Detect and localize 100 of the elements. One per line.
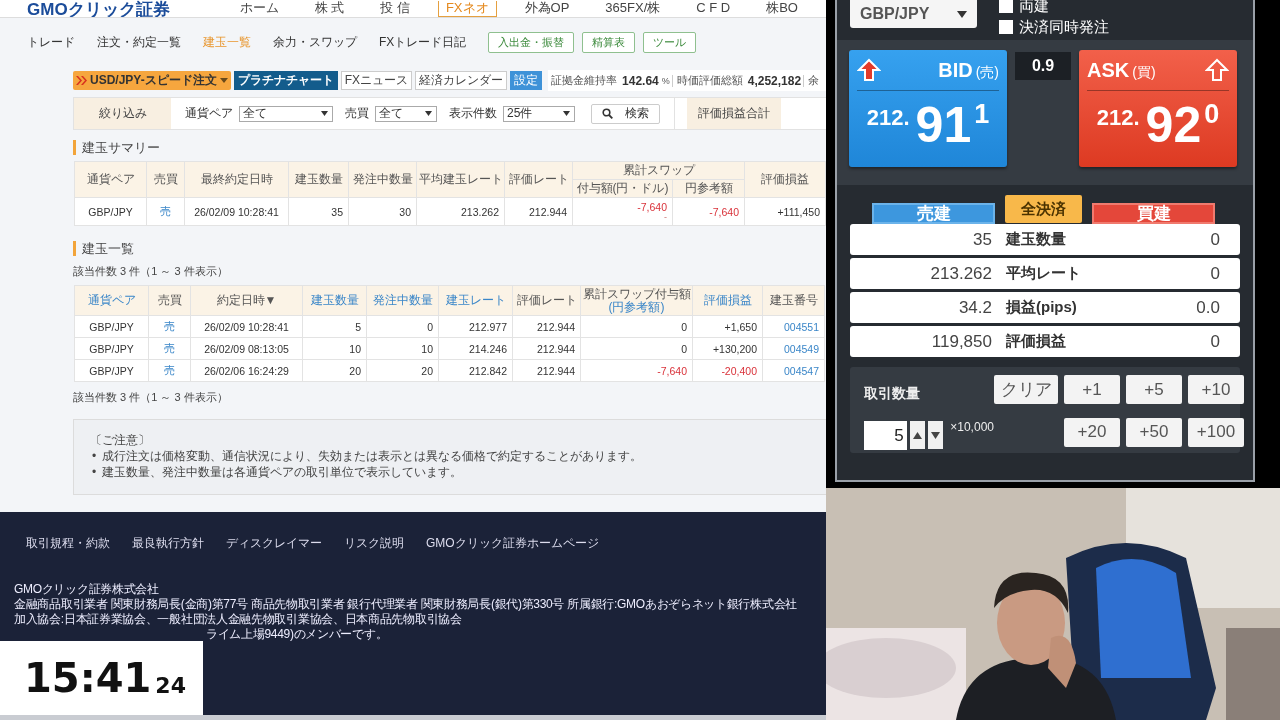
bid-label: BID(売) bbox=[938, 58, 999, 82]
quantity-button[interactable]: +10 bbox=[1188, 375, 1244, 404]
footer-link[interactable]: 最良執行方針 bbox=[132, 535, 204, 552]
up-arrow-icon bbox=[857, 58, 881, 82]
table-cell: 26/02/09 08:13:05 bbox=[190, 337, 303, 360]
nav-tab[interactable]: 外為OP bbox=[516, 1, 578, 17]
filter-dropdown[interactable]: 25件 bbox=[503, 105, 575, 122]
toolbar-button[interactable]: プラチナチャート bbox=[233, 71, 338, 90]
notice-text: 建玉数量、発注中数量は各通貨ペアの取引単位で表示しています。 bbox=[102, 464, 463, 480]
filter-label: 売買 bbox=[345, 105, 369, 122]
table-cell: 10 bbox=[302, 337, 367, 360]
buy-button[interactable]: 買建 bbox=[1092, 203, 1215, 224]
search-button[interactable]: 検索 bbox=[591, 103, 660, 124]
table-cell: 212.944 bbox=[512, 315, 581, 338]
filter-dropdown[interactable]: 全て bbox=[375, 105, 437, 122]
speed-order-button[interactable]: USD/JPY-スピード注文 bbox=[73, 71, 231, 90]
company-info: ライム上場9449)のメンバーです。 bbox=[206, 627, 389, 642]
double-chevron-icon bbox=[76, 76, 87, 85]
buy-value: 0 bbox=[1209, 263, 1221, 284]
quantity-button[interactable]: +1 bbox=[1064, 375, 1120, 404]
stat-label: 証拠金維持率 bbox=[551, 73, 618, 88]
footer-link[interactable]: リスク説明 bbox=[344, 535, 404, 552]
table-link[interactable]: 売 bbox=[148, 315, 191, 338]
subnav-tab[interactable]: 注文・約定一覧 bbox=[97, 33, 181, 51]
company-info: 金融商品取引業者 関東財務局長(金商)第77号 商品先物取引業者 銀行代理業者 関東財務局長(銀代)第330号 所属銀行:GMOあおぞらネット銀行株式会社 bbox=[14, 597, 798, 612]
toolbar-button[interactable]: 経済カレンダー bbox=[415, 71, 508, 90]
column-header: 約定日時▼ bbox=[216, 293, 277, 307]
nav-tab[interactable]: ホーム bbox=[231, 1, 287, 17]
subnav-tab[interactable]: FXトレード日記 bbox=[379, 33, 467, 51]
stat-unit: % bbox=[661, 75, 670, 86]
logo[interactable]: GMOクリック証券 bbox=[27, 2, 216, 17]
subnav-tab[interactable]: トレード bbox=[27, 33, 75, 51]
table-link[interactable]: 売 bbox=[148, 337, 191, 360]
footer-link[interactable]: GMOクリック証券ホームページ bbox=[426, 535, 599, 552]
subnav-tab[interactable]: 余力・スワップ bbox=[273, 33, 357, 51]
checkbox[interactable] bbox=[999, 19, 1013, 34]
quantity-button[interactable]: +20 bbox=[1064, 417, 1120, 447]
stat-label: 平均レート bbox=[1005, 264, 1082, 283]
close-all-button[interactable]: 全決済 bbox=[1005, 195, 1082, 223]
table-cell: 20 bbox=[302, 359, 367, 382]
footer-link[interactable]: 取引規程・約款 bbox=[26, 535, 110, 552]
subnav-button[interactable]: 精算表 bbox=[582, 31, 636, 53]
nav-tab[interactable]: 365FX/株 bbox=[597, 1, 669, 17]
table-cell: GBP/JPY bbox=[74, 315, 149, 338]
table-cell: +1,650 bbox=[692, 315, 763, 338]
table-cell: 212.977 bbox=[438, 315, 513, 338]
column-header: 評価レート bbox=[504, 161, 573, 198]
price-fraction: 1 bbox=[974, 99, 990, 130]
company-info: GMOクリック証券株式会社 bbox=[14, 582, 160, 597]
stat-label: 余 bbox=[808, 73, 820, 88]
nav-tab[interactable]: C F D bbox=[688, 1, 739, 17]
subnav-button[interactable]: ツール bbox=[643, 31, 697, 53]
table-cell: GBP/JPY bbox=[74, 197, 147, 226]
nav-tab[interactable]: 株 式 bbox=[306, 1, 353, 17]
quantity-field[interactable]: 5 bbox=[864, 420, 907, 450]
bullet: • bbox=[92, 464, 97, 480]
column-header: 建玉数量 bbox=[288, 161, 349, 198]
checkbox-label: 決済同時発注 bbox=[1019, 17, 1109, 37]
pair-dropdown[interactable]: GBP/JPY bbox=[850, 0, 977, 28]
quantity-label: 取引数量 bbox=[864, 383, 921, 403]
stat-label: 評価損益 bbox=[1005, 332, 1067, 351]
sell-value: 34.2 bbox=[957, 297, 992, 318]
step-up-button[interactable] bbox=[909, 421, 925, 450]
table-cell: 10 bbox=[366, 337, 439, 360]
table-cell: 26/02/09 10:28:41 bbox=[190, 315, 303, 338]
toolbar-button[interactable]: FXニュース bbox=[340, 71, 413, 90]
price-big-figure: 212. bbox=[1096, 105, 1140, 131]
table-cell: GBP/JPY bbox=[74, 337, 149, 360]
table-link[interactable]: 004549 bbox=[762, 337, 825, 360]
table-cell: 20 bbox=[366, 359, 439, 382]
sort-link[interactable]: (円参考額) bbox=[608, 299, 665, 314]
table-cell: 30 bbox=[348, 197, 417, 226]
table-cell: 35 bbox=[288, 197, 349, 226]
nav-tab[interactable]: 投 信 bbox=[372, 1, 418, 17]
column-group-header: 累計スワップ bbox=[572, 161, 745, 180]
table-link[interactable]: 004547 bbox=[762, 359, 825, 382]
unit-label: ×10,000 bbox=[950, 419, 994, 434]
table-cell: 213.262 bbox=[416, 197, 505, 226]
column-header: 評価損益 bbox=[744, 161, 826, 198]
table-cell: -7,640 bbox=[672, 197, 745, 226]
table-cell: 214.246 bbox=[438, 337, 513, 360]
quantity-button[interactable]: +100 bbox=[1188, 417, 1244, 447]
table-cell: 26/02/09 10:28:41 bbox=[184, 197, 289, 226]
table-link[interactable]: 004551 bbox=[762, 315, 825, 338]
nav-tab[interactable]: 株BO bbox=[758, 1, 806, 17]
company-info: 加入協会:日本証券業協会、一般社団法人金融先物取引業協会、日本商品先物取引協会 bbox=[14, 612, 463, 627]
table-link[interactable]: 売 bbox=[148, 359, 191, 382]
price-big-figure: 212. bbox=[866, 105, 910, 131]
quantity-button[interactable]: クリア bbox=[994, 375, 1058, 404]
footer-link[interactable]: ディスクレイマー bbox=[226, 535, 322, 552]
caret-icon bbox=[957, 10, 967, 18]
checkbox[interactable] bbox=[999, 0, 1013, 13]
quantity-button[interactable]: +50 bbox=[1126, 417, 1182, 447]
table-link[interactable]: 売 bbox=[146, 197, 185, 226]
filter-dropdown[interactable]: 全て bbox=[239, 105, 333, 122]
column-header: 平均建玉レート bbox=[416, 161, 505, 198]
subnav-button[interactable]: 入出金・振替 bbox=[488, 31, 575, 53]
table-cell-text: - bbox=[664, 212, 667, 222]
step-down-button[interactable] bbox=[927, 421, 944, 450]
quantity-button[interactable]: +5 bbox=[1126, 375, 1182, 404]
